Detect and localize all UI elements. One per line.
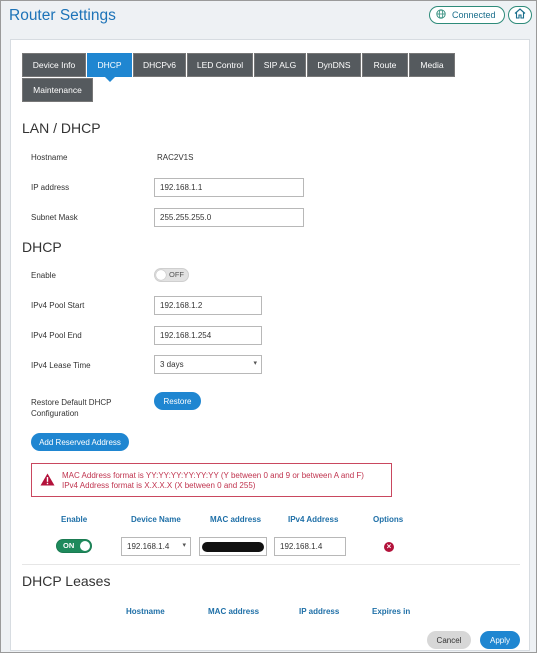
tab-sip-alg[interactable]: SIP ALG xyxy=(254,53,306,77)
tab-label: Media xyxy=(420,60,444,70)
tab-dyndns[interactable]: DynDNS xyxy=(307,53,361,77)
pool-end-input[interactable]: 192.168.1.254 xyxy=(154,326,262,345)
globe-icon xyxy=(436,9,446,21)
toggle-knob xyxy=(156,270,166,280)
connection-status-button[interactable]: Connected xyxy=(429,6,505,24)
connection-status-label: Connected xyxy=(452,10,496,20)
page-title: Router Settings xyxy=(9,7,116,24)
restore-label-line2: Configuration xyxy=(31,409,79,418)
tab-label: Route xyxy=(373,60,397,70)
tab-led-control[interactable]: LED Control xyxy=(187,53,253,77)
restore-label-line1: Restore Default DHCP xyxy=(31,398,112,407)
tab-label: Maintenance xyxy=(33,85,82,95)
ip-address-label: IP address xyxy=(31,183,70,192)
col-header-options: Options xyxy=(373,515,404,524)
dhcp-leases-title: DHCP Leases xyxy=(22,573,111,589)
lan-section-title: LAN / DHCP xyxy=(22,120,101,136)
toggle-knob xyxy=(80,541,90,551)
lease-col-mac-address: MAC address xyxy=(208,607,260,616)
settings-panel: Device Info DHCP DHCPv6 LED Control SIP … xyxy=(10,39,530,651)
tab-media[interactable]: Media xyxy=(409,53,455,77)
reserved-ipv4-input[interactable]: 192.168.1.4 xyxy=(274,537,346,556)
restore-button[interactable]: Restore xyxy=(154,392,201,410)
tab-device-info[interactable]: Device Info xyxy=(22,53,86,77)
tab-label: DynDNS xyxy=(317,60,351,70)
tab-label: SIP ALG xyxy=(263,60,297,70)
tab-label: DHCP xyxy=(97,60,122,70)
pool-start-input[interactable]: 192.168.1.2 xyxy=(154,296,262,315)
tab-route[interactable]: Route xyxy=(362,53,408,77)
home-button[interactable] xyxy=(508,6,532,24)
toggle-state: OFF xyxy=(169,270,184,279)
dhcp-section-title: DHCP xyxy=(22,239,62,255)
lease-time-label: IPv4 Lease Time xyxy=(31,361,91,370)
hostname-label: Hostname xyxy=(31,153,68,162)
cancel-button[interactable]: Cancel xyxy=(427,631,471,649)
reserved-enable-toggle[interactable]: ON xyxy=(56,539,92,553)
delete-reservation-icon[interactable]: × xyxy=(384,542,394,552)
format-warning-box: MAC Address format is YY:YY:YY:YY:YY:YY … xyxy=(31,463,392,497)
lease-col-hostname: Hostname xyxy=(126,607,165,616)
apply-button[interactable]: Apply xyxy=(480,631,520,649)
tab-label: DHCPv6 xyxy=(142,60,177,70)
device-name-select[interactable]: 192.168.1.4 xyxy=(121,537,191,556)
add-reserved-address-button[interactable]: Add Reserved Address xyxy=(31,433,129,451)
warning-ipv4-format: IPv4 Address format is X.X.X.X (X betwee… xyxy=(62,481,256,490)
mac-redaction xyxy=(202,542,264,552)
col-header-enable: Enable xyxy=(61,515,88,524)
pool-start-label: IPv4 Pool Start xyxy=(31,301,85,310)
col-header-device-name: Device Name xyxy=(131,515,181,524)
device-name-value: 192.168.1.4 xyxy=(127,542,170,551)
col-header-ipv4-address: IPv4 Address xyxy=(288,515,339,524)
app-header: Router Settings Connected xyxy=(2,2,536,32)
lease-col-expires-in: Expires in xyxy=(372,607,411,616)
dhcp-enable-toggle[interactable]: OFF xyxy=(154,268,189,282)
hostname-value: RAC2V1S xyxy=(157,153,194,162)
subnet-mask-label: Subnet Mask xyxy=(31,213,78,222)
pool-end-label: IPv4 Pool End xyxy=(31,331,82,340)
tab-maintenance[interactable]: Maintenance xyxy=(22,78,93,102)
col-header-mac-address: MAC address xyxy=(210,515,262,524)
window-frame: Router Settings Connected Device Info DH… xyxy=(0,0,537,653)
tab-label: Device Info xyxy=(32,60,76,70)
ip-address-input[interactable]: 192.168.1.1 xyxy=(154,178,304,197)
warning-icon xyxy=(40,473,55,491)
lease-time-select[interactable]: 3 days xyxy=(154,355,262,374)
mac-address-input[interactable] xyxy=(199,537,267,556)
lease-time-value: 3 days xyxy=(160,360,184,369)
toggle-state: ON xyxy=(63,541,75,550)
home-icon xyxy=(514,6,526,24)
dhcp-enable-label: Enable xyxy=(31,271,56,280)
tab-dhcpv6[interactable]: DHCPv6 xyxy=(133,53,186,77)
subnet-mask-input[interactable]: 255.255.255.0 xyxy=(154,208,304,227)
tab-dhcp[interactable]: DHCP xyxy=(87,53,132,82)
tab-label: LED Control xyxy=(196,60,244,70)
lease-col-ip-address: IP address xyxy=(299,607,340,616)
section-divider xyxy=(22,564,520,565)
warning-mac-format: MAC Address format is YY:YY:YY:YY:YY:YY … xyxy=(62,471,364,480)
